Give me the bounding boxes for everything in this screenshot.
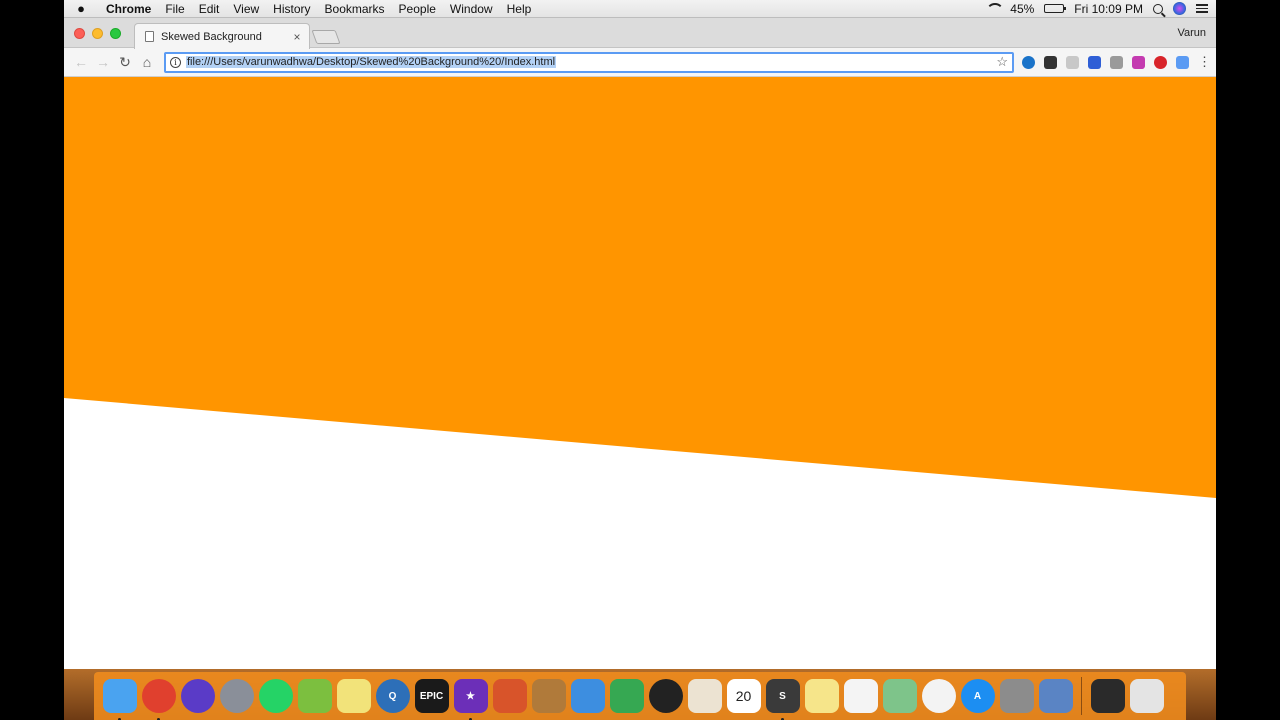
wifi-icon[interactable] [986,3,1005,14]
system-preferences-icon[interactable] [999,679,1034,713]
finder-icon[interactable] [102,679,137,720]
spotlight-search-icon[interactable] [1153,3,1163,14]
extension-1-icon[interactable] [1022,55,1035,69]
menu-help[interactable]: Help [500,2,539,16]
imovie-icon[interactable]: ★ [453,679,488,720]
siri-icon[interactable] [180,679,215,713]
url-text[interactable]: file:///Users/varunwadhwa/Desktop/Skewed… [186,56,557,68]
textedit-icon[interactable] [687,679,722,713]
menu-window[interactable]: Window [443,2,500,16]
menu-app-name[interactable]: Chrome [98,2,158,16]
launchpad-icon[interactable] [219,679,254,713]
apple-icon[interactable]: ● [64,1,98,16]
bookmark-star-icon[interactable]: ☆ [996,54,1008,70]
maps-icon[interactable] [882,679,917,713]
photo-booth-icon[interactable] [492,679,527,713]
profile-name[interactable]: Varun [1177,27,1206,39]
minimize-window-button[interactable] [92,28,103,39]
letterbox-left [0,0,64,720]
siri-icon[interactable] [1173,2,1186,15]
keynote-icon[interactable] [570,679,605,713]
menu-history[interactable]: History [266,2,317,16]
menu-bar: ● Chrome File Edit View History Bookmark… [64,0,1216,18]
android-studio-icon[interactable] [297,679,332,713]
info-icon[interactable]: i [170,56,181,68]
extension-3-icon[interactable] [1066,55,1079,69]
window-controls [74,28,121,39]
screenshot-stack-icon[interactable] [1090,679,1125,713]
browser-toolbar: ← → ↻ ⌂ i file:///Users/varunwadhwa/Desk… [64,48,1216,77]
notefile-icon[interactable] [531,679,566,713]
dock: Q EPIC ★ 20 S A [94,672,1186,720]
address-bar[interactable]: i file:///Users/varunwadhwa/Desktop/Skew… [164,51,1014,73]
chrome-menu-icon[interactable]: ⋮ [1198,54,1211,70]
numbers-icon[interactable] [609,679,644,713]
dashboard-icon[interactable] [648,679,683,713]
tab-skewed-background[interactable]: Skewed Background × [134,23,310,49]
calendar-icon[interactable]: 20 [726,679,761,713]
preview-icon[interactable] [1038,679,1073,713]
sublime-icon[interactable]: S [765,679,800,720]
notes-icon[interactable] [804,679,839,713]
close-window-button[interactable] [74,28,85,39]
extension-5-icon[interactable] [1110,55,1123,69]
menu-edit[interactable]: Edit [192,2,227,16]
menu-file[interactable]: File [158,2,191,16]
menu-bookmarks[interactable]: Bookmarks [318,2,392,16]
tab-strip: Skewed Background × Varun [64,18,1216,49]
extension-2-icon[interactable] [1044,55,1057,69]
battery-percent[interactable]: 45% [1010,2,1034,16]
extension-icons [1022,55,1189,69]
reload-icon[interactable]: ↻ [114,51,136,73]
menu-people[interactable]: People [392,2,443,16]
menu-view[interactable]: View [226,2,266,16]
status-area: 45% Fri 10:09 PM [976,2,1216,16]
whatsapp-icon[interactable] [258,679,293,713]
new-tab-button[interactable] [311,30,341,44]
notification-center-icon[interactable] [1196,4,1208,13]
close-tab-icon[interactable]: × [291,30,303,44]
extension-8-icon[interactable] [1176,55,1189,69]
chrome-icon[interactable] [141,679,176,720]
tab-title: Skewed Background [161,30,262,43]
home-icon[interactable]: ⌂ [136,51,158,73]
app-store-icon[interactable]: A [960,679,995,713]
letterbox-right [1216,0,1280,720]
back-arrow-icon[interactable]: ← [70,51,92,73]
trash-icon[interactable] [1129,679,1164,713]
epic-games-icon[interactable]: EPIC [414,679,449,713]
clock[interactable]: Fri 10:09 PM [1074,2,1143,16]
photos-icon[interactable] [921,679,956,713]
battery-icon[interactable] [1044,4,1067,13]
extension-6-icon[interactable] [1132,55,1145,69]
extension-7-icon[interactable] [1154,55,1167,69]
dock-separator [1081,677,1082,715]
quicktime-icon[interactable]: Q [375,679,410,713]
maximize-window-button[interactable] [110,28,121,39]
forward-arrow-icon[interactable]: → [92,51,114,73]
document-icon [145,31,154,42]
reminders-icon[interactable] [843,679,878,713]
browser-window: Skewed Background × Varun ← → ↻ ⌂ i file… [64,18,1216,669]
extension-4-icon[interactable] [1088,55,1101,69]
stickies-icon[interactable] [336,679,371,713]
skewed-background [64,77,1216,669]
page-content [64,77,1216,669]
